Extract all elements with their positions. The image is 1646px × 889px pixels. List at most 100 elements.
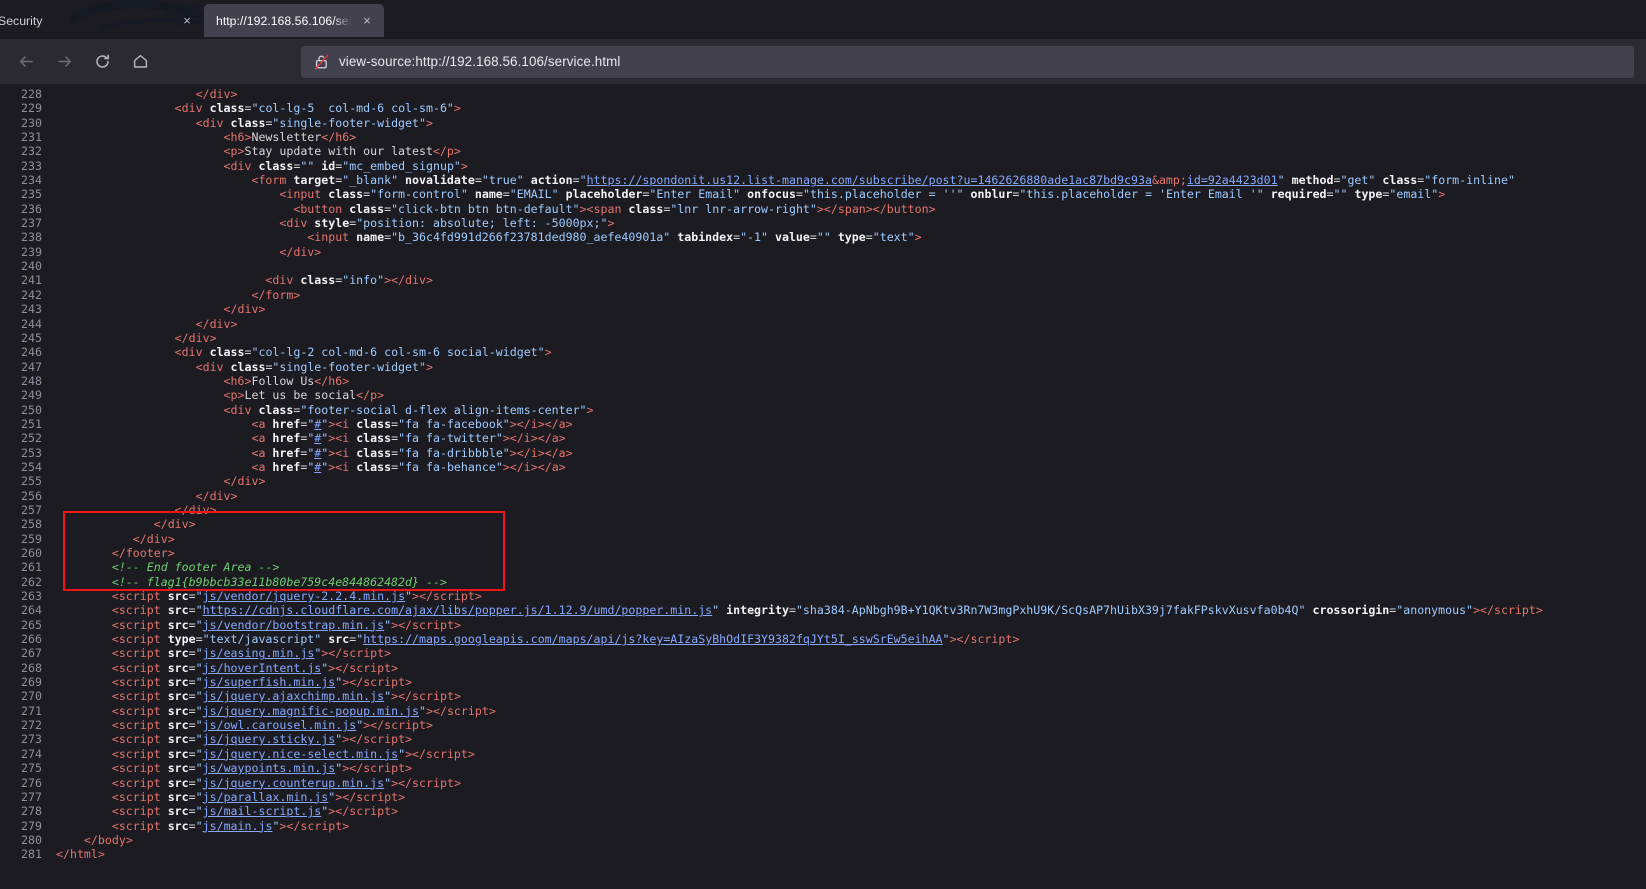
source-token: >	[565, 416, 573, 431]
source-token	[56, 273, 265, 287]
source-token: >	[558, 459, 566, 474]
source-link[interactable]: js/jquery.ajaxchimp.min.js	[203, 689, 384, 703]
source-token: =	[188, 703, 196, 718]
source-link[interactable]: js/main.js	[203, 819, 273, 833]
tab-security[interactable]: Security ×	[0, 4, 204, 37]
line-content: <script src="js/vendor/jquery-2.2.4.min.…	[56, 589, 1646, 603]
source-token: script	[342, 646, 385, 661]
source-token: src	[328, 632, 350, 647]
source-link[interactable]: js/jquery.nice-select.min.js	[203, 747, 398, 761]
source-link[interactable]: js/superfish.min.js	[203, 675, 336, 689]
line-number: 241	[21, 273, 42, 288]
source-token: <	[223, 158, 231, 173]
source-token: "	[195, 703, 203, 718]
source-token: </	[349, 761, 364, 776]
source-token: <	[111, 761, 119, 776]
source-token: >	[914, 230, 922, 245]
source-link[interactable]: js/hoverIntent.js	[203, 661, 322, 675]
line-content: <button class="click-btn btn btn-default…	[56, 202, 1646, 216]
source-link[interactable]: js/parallax.min.js	[203, 790, 329, 804]
source-token: </	[872, 201, 887, 216]
line-number: 277	[21, 789, 42, 804]
source-token: div	[209, 316, 231, 331]
line-content: </div>	[56, 87, 1646, 101]
source-link[interactable]: id=92a4423d01	[1187, 173, 1278, 187]
source-token: "	[942, 632, 950, 647]
source-token: script	[118, 617, 161, 632]
back-button[interactable]	[10, 46, 42, 78]
arrow-left-icon	[19, 56, 33, 67]
source-link[interactable]: https://cdnjs.cloudflare.com/ajax/libs/p…	[203, 603, 713, 617]
source-token: >	[460, 158, 468, 173]
source-token: Let us be social	[244, 388, 357, 403]
source-link[interactable]: js/waypoints.min.js	[203, 761, 336, 775]
source-token: </	[956, 632, 971, 647]
line-number: 252	[21, 431, 42, 446]
home-button[interactable]	[124, 46, 156, 78]
source-link[interactable]: https://spondonit.us12.list-manage.com/s…	[587, 173, 1152, 187]
source-token: "lnr lnr-arrow-right"	[670, 201, 817, 216]
source-link[interactable]: https://maps.googleapis.com/maps/api/js?…	[363, 632, 942, 646]
reload-button[interactable]	[86, 46, 118, 78]
source-link[interactable]: js/jquery.sticky.js	[203, 732, 336, 746]
source-token: ""	[1333, 187, 1348, 202]
source-token: >	[928, 201, 936, 216]
line-number: 276	[21, 775, 42, 790]
source-token	[56, 833, 84, 847]
source-token	[161, 776, 168, 790]
source-token: =	[188, 804, 196, 819]
source-token	[56, 489, 196, 503]
source-token: src	[167, 617, 189, 632]
source-link[interactable]: js/easing.min.js	[203, 646, 315, 660]
source-token: div	[286, 216, 308, 231]
source-token: href	[272, 416, 301, 431]
source-token: >	[502, 431, 510, 446]
source-token	[56, 116, 196, 130]
line-number: 248	[21, 373, 42, 388]
source-token: >	[342, 818, 350, 833]
line-content: <p>Stay update with our latest</p>	[56, 144, 1646, 158]
source-token: src	[167, 646, 189, 661]
source-link[interactable]: js/mail-script.js	[203, 804, 322, 818]
url-bar[interactable]: view-source:http://192.168.56.106/servic…	[301, 45, 1634, 78]
source-token: type	[837, 230, 866, 245]
source-token	[161, 646, 168, 660]
source-line: 253 <a href="#"><i class="fa fa-dribbble…	[0, 446, 1646, 460]
source-token: <	[223, 144, 231, 159]
source-link[interactable]: js/vendor/bootstrap.min.js	[203, 618, 384, 632]
source-token: "single-footer-widget"	[272, 359, 426, 374]
source-token: =	[572, 173, 580, 188]
source-token: </	[342, 789, 357, 804]
source-link[interactable]: js/jquery.counterup.min.js	[203, 776, 384, 790]
source-token	[161, 589, 168, 603]
source-token: a	[551, 431, 559, 446]
lock-broken-icon[interactable]	[311, 52, 331, 72]
source-token: form	[258, 173, 287, 188]
line-number: 272	[21, 718, 42, 733]
source-token: div	[405, 273, 427, 288]
line-number: 240	[21, 259, 42, 274]
view-source-code[interactable]: 228 </div> 229 <div class="col-lg-5 col-m…	[0, 84, 1646, 889]
source-token: onfocus	[747, 187, 796, 202]
line-content: </footer>	[56, 546, 1646, 560]
close-icon[interactable]: ×	[178, 12, 196, 30]
line-number: 236	[21, 201, 42, 216]
source-link[interactable]: js/jquery.magnific-popup.min.js	[203, 704, 419, 718]
source-token: script	[118, 804, 161, 819]
source-token: >	[865, 201, 873, 216]
source-token: "	[195, 660, 203, 675]
source-token: >	[384, 646, 392, 661]
source-token: src	[167, 775, 189, 790]
source-token: "get"	[1340, 173, 1376, 188]
source-token: <	[195, 359, 203, 374]
source-token: onblur	[970, 187, 1013, 202]
source-token: "this.placeholder = ''"	[802, 187, 964, 202]
tab-service-html[interactable]: http://192.168.56.106/service ×	[204, 4, 384, 37]
source-token: "	[405, 589, 413, 604]
source-line: 232 <p>Stay update with our latest</p>	[0, 144, 1646, 158]
source-link[interactable]: js/owl.carousel.min.js	[203, 718, 357, 732]
close-icon[interactable]: ×	[358, 12, 376, 30]
source-token	[56, 718, 112, 732]
source-link[interactable]: js/vendor/jquery-2.2.4.min.js	[203, 589, 405, 603]
forward-button[interactable]	[48, 46, 80, 78]
